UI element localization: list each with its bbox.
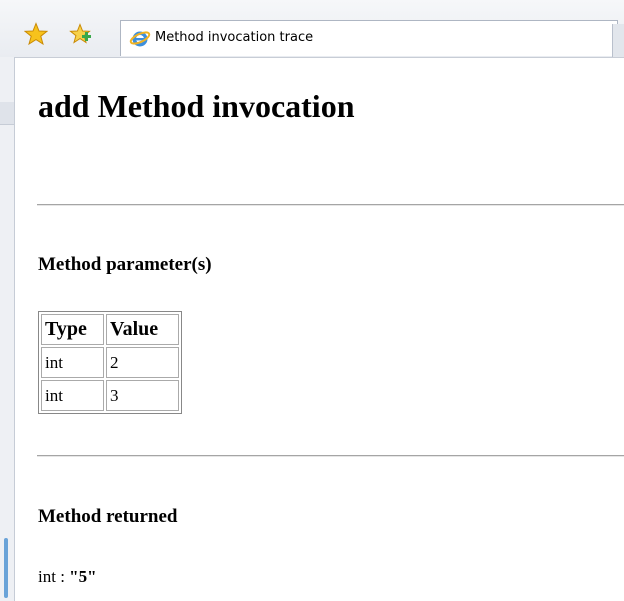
page-content: add Method invocation Method parameter(s… [15,58,624,601]
frame-notch [0,102,14,125]
return-value-line: int : "5" [38,567,97,587]
favorites-star-icon[interactable] [23,22,49,46]
browser-tab[interactable]: Method invocation trace [120,20,618,56]
new-tab-stub[interactable] [612,24,624,57]
column-header-type: Type [41,314,104,345]
table-row: int 3 [41,380,179,411]
return-type: int : [38,567,70,586]
param-type-cell: int [41,380,104,411]
horizontal-rule [37,204,624,206]
table-header-row: Type Value [41,314,179,345]
parameters-table: Type Value int 2 int 3 [38,311,182,414]
ie-page-icon [129,27,151,49]
frame-accent [4,538,8,598]
returned-heading: Method returned [38,506,178,527]
param-type-cell: int [41,347,104,378]
table-row: int 2 [41,347,179,378]
param-value-cell: 3 [106,380,179,411]
return-value: "5" [69,567,97,586]
parameters-heading: Method parameter(s) [38,254,212,275]
page-title: add Method invocation [38,88,355,124]
column-header-value: Value [106,314,179,345]
horizontal-rule [37,455,624,457]
add-favorites-icon[interactable] [68,22,92,46]
browser-toolbar: Method invocation trace [0,0,624,58]
param-value-cell: 2 [106,347,179,378]
tab-title: Method invocation trace [155,30,314,45]
window-left-frame [0,57,15,601]
